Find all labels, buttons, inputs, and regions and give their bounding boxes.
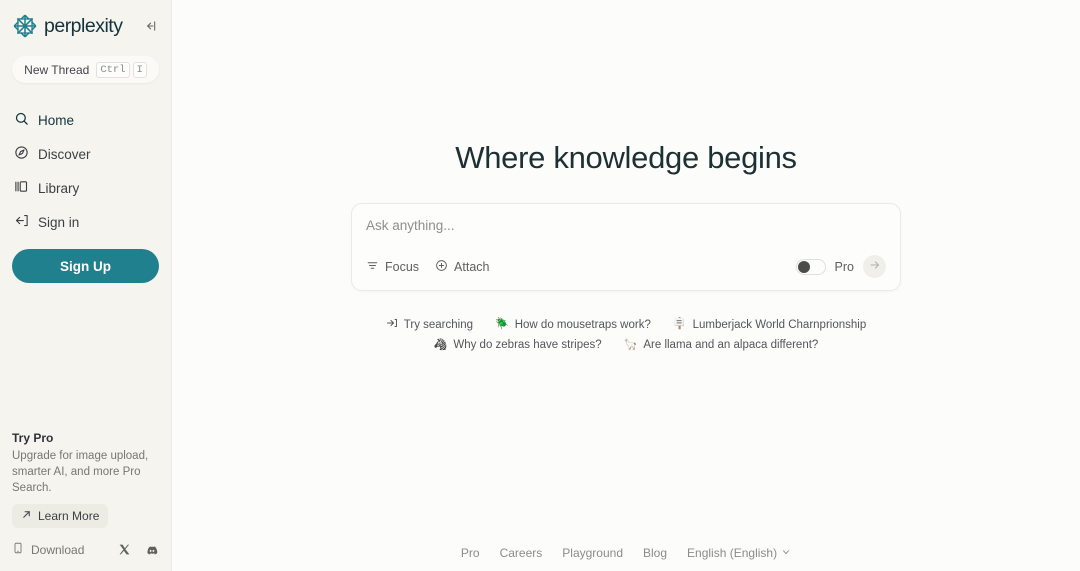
try-pro-description: Upgrade for image upload, smarter AI, an… [12,450,149,494]
sidebar-item-discover[interactable]: Discover [0,137,171,171]
sidebar-footer: Download [0,528,171,571]
search-card-toolbar: Focus Attach Pro [366,255,886,278]
search-card-right: Pro [795,255,886,278]
footer-link-blog[interactable]: Blog [643,546,667,560]
suggestions: Try searching 🪲 How do mousetraps work? … [326,317,926,358]
pro-label: Pro [834,259,854,274]
zebra-icon: 🦓 [433,338,448,351]
collapse-sidebar-icon[interactable] [139,15,161,37]
sidebar-item-sign-in[interactable]: Sign in [0,205,171,239]
axe-icon: 🪧 [672,318,687,330]
download-button[interactable]: Download [12,542,84,557]
footer-link-pro[interactable]: Pro [461,546,480,560]
library-icon [14,179,29,197]
try-pro-title: Try Pro [12,431,54,445]
suggestion-chip[interactable]: 🪲 How do mousetraps work? [495,319,651,331]
learn-more-button[interactable]: Learn More [12,504,109,528]
plus-circle-icon [435,259,448,275]
sidebar-item-home[interactable]: Home [0,103,171,137]
suggestion-label: How do mousetraps work? [514,318,651,331]
attach-label: Attach [454,259,490,274]
arrow-up-right-icon [21,509,32,523]
language-label: English (English) [687,546,778,560]
social-links [118,543,159,557]
x-twitter-icon[interactable] [118,543,131,557]
sidebar: perplexity New Thread Ctrl I Home Discov… [0,0,172,571]
pro-toggle[interactable] [795,258,826,275]
perplexity-logo-icon[interactable] [12,13,38,39]
sign-up-button[interactable]: Sign Up [12,249,159,283]
language-selector[interactable]: English (English) [687,546,791,560]
suggestion-chip[interactable]: 🪧 Lumberjack World Charnprionship [673,319,866,331]
submit-button[interactable] [863,255,886,278]
sidebar-item-label: Discover [38,146,91,162]
arrow-right-icon [869,259,881,274]
shortcut-letter-key: I [132,61,147,78]
attach-button[interactable]: Attach [435,259,489,275]
compass-icon [14,145,29,163]
new-thread-button[interactable]: New Thread Ctrl I [12,56,159,83]
sidebar-item-library[interactable]: Library [0,171,171,205]
suggestion-chip[interactable]: 🦙 Are llama and an alpaca different? [624,339,819,351]
arrow-enter-icon [386,317,398,332]
suggestion-lead-text: Try searching [403,318,474,331]
app-root: perplexity New Thread Ctrl I Home Discov… [0,0,1080,571]
focus-button[interactable]: Focus [366,259,419,275]
search-icon [14,111,29,129]
sidebar-nav: Home Discover Library Sign in [0,103,171,239]
main-content: Where knowledge begins Focus [172,0,1080,571]
brand-row: perplexity [0,0,171,39]
sidebar-item-label: Home [38,112,75,128]
sign-in-icon [14,213,29,231]
llama-icon: 🦙 [623,338,638,351]
learn-more-label: Learn More [38,509,100,523]
discord-icon[interactable] [145,543,159,557]
sidebar-item-label: Library [38,180,80,196]
chevron-down-icon [781,546,791,560]
search-input[interactable] [366,218,886,233]
new-thread-shortcut: Ctrl I [96,61,147,78]
pro-toggle-knob [797,260,810,273]
suggestion-chip[interactable]: 🦓 Why do zebras have stripes? [434,339,602,351]
footer-links: Pro Careers Playground Blog English (Eng… [172,546,1080,560]
suggestion-label: Why do zebras have stripes? [453,339,602,351]
phone-icon [12,542,24,557]
filter-icon [366,259,379,275]
suggestion-label: Lumberjack World Charnprionship [692,318,867,331]
try-searching-label: Try searching [386,317,473,332]
suggestion-row-1: Try searching 🪲 How do mousetraps work? … [326,317,926,332]
footer-link-careers[interactable]: Careers [500,546,543,560]
new-thread-label: New Thread [24,62,90,77]
suggestion-label: Are llama and an alpaca different? [643,339,819,351]
download-label: Download [31,542,85,557]
sidebar-item-label: Sign in [38,214,80,230]
try-pro-panel: Try Pro Upgrade for image upload, smarte… [0,431,171,528]
shortcut-modifier-key: Ctrl [96,61,130,78]
footer-link-playground[interactable]: Playground [562,546,623,560]
search-card: Focus Attach Pro [351,203,901,291]
page-title: Where knowledge begins [455,140,797,175]
mousetrap-icon: 🪲 [495,318,509,330]
focus-label: Focus [385,259,420,274]
brand-name: perplexity [44,14,123,37]
suggestion-row-2: 🦓 Why do zebras have stripes? 🦙 Are llam… [326,339,926,351]
